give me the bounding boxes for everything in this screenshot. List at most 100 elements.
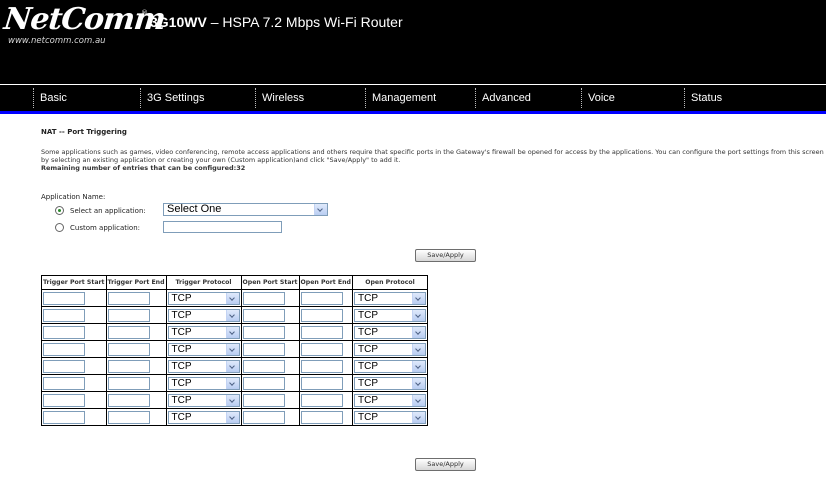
application-select[interactable]: Select One xyxy=(163,203,328,216)
open-protocol-value: TCP xyxy=(357,326,378,338)
open-protocol-select[interactable]: TCP xyxy=(353,342,426,356)
trigger-protocol-select[interactable]: TCP xyxy=(167,376,240,390)
open-port-end-cell xyxy=(298,357,353,375)
open-protocol-select[interactable]: TCP xyxy=(353,410,426,424)
trigger-protocol-select[interactable]: TCP xyxy=(167,393,240,407)
trigger-port-start-input[interactable] xyxy=(43,342,85,356)
trigger-port-start-input[interactable] xyxy=(43,325,85,339)
trigger-protocol-cell: TCP xyxy=(165,357,242,375)
trigger-protocol-cell: TCP xyxy=(165,340,242,358)
open-protocol-cell: TCP xyxy=(351,306,428,324)
nav-status[interactable]: Status xyxy=(683,85,722,111)
table-row: TCP TCP xyxy=(41,323,428,341)
table-row: TCP TCP xyxy=(41,391,428,409)
trigger-port-start-input[interactable] xyxy=(43,393,85,407)
trigger-port-end-input[interactable] xyxy=(107,410,150,424)
nav-wireless[interactable]: Wireless xyxy=(254,85,304,111)
chevron-down-icon xyxy=(225,292,239,304)
trigger-protocol-select[interactable]: TCP xyxy=(167,359,240,373)
open-port-start-input[interactable] xyxy=(242,376,285,390)
open-port-end-input[interactable] xyxy=(300,376,343,390)
trigger-port-start-input[interactable] xyxy=(43,291,85,305)
open-port-end-input[interactable] xyxy=(300,325,343,339)
trigger-port-start-cell xyxy=(41,391,107,409)
open-protocol-select[interactable]: TCP xyxy=(353,359,426,373)
open-port-start-input[interactable] xyxy=(242,325,285,339)
trigger-protocol-select[interactable]: TCP xyxy=(167,291,240,305)
open-protocol-select[interactable]: TCP xyxy=(353,291,426,305)
trigger-port-end-input[interactable] xyxy=(107,342,150,356)
logo-url: www.netcomm.com.au xyxy=(8,36,106,46)
open-protocol-cell: TCP xyxy=(351,408,428,426)
nav-basic[interactable]: Basic xyxy=(33,85,67,111)
trigger-protocol-value: TCP xyxy=(171,292,192,304)
trigger-port-end-input[interactable] xyxy=(107,393,150,407)
trigger-port-start-input[interactable] xyxy=(43,359,85,373)
open-port-start-cell xyxy=(240,408,300,426)
custom-application-radio[interactable] xyxy=(55,223,64,232)
nav-3g-settings[interactable]: 3G Settings xyxy=(139,85,204,111)
open-port-end-input[interactable] xyxy=(300,308,343,322)
open-port-start-input[interactable] xyxy=(242,393,285,407)
open-port-end-cell xyxy=(298,289,353,307)
custom-application-input[interactable] xyxy=(163,221,282,233)
nav-advanced[interactable]: Advanced xyxy=(475,85,531,111)
trigger-port-end-input[interactable] xyxy=(107,376,150,390)
open-protocol-cell: TCP xyxy=(351,340,428,358)
trigger-port-start-cell xyxy=(41,408,107,426)
save-apply-button-bottom[interactable]: Save/Apply xyxy=(415,458,476,471)
chevron-down-icon xyxy=(411,377,425,389)
open-port-end-input[interactable] xyxy=(300,393,343,407)
trigger-port-start-input[interactable] xyxy=(43,410,85,424)
table-body: TCP TCP TCP TCP TCP TCP TCP TCP TCP TCP TCP TCP TCP T… xyxy=(41,289,428,426)
nav-voice[interactable]: Voice xyxy=(581,85,615,111)
main-nav: Basic 3G Settings Wireless Management Ad… xyxy=(0,85,826,111)
trigger-port-end-input[interactable] xyxy=(107,325,150,339)
application-name-label: Application Name: xyxy=(41,193,106,201)
open-protocol-select[interactable]: TCP xyxy=(353,308,426,322)
open-protocol-select[interactable]: TCP xyxy=(353,393,426,407)
select-application-radio[interactable] xyxy=(55,206,64,215)
nav-management[interactable]: Management xyxy=(364,85,436,111)
open-port-start-input[interactable] xyxy=(242,359,285,373)
col-open-protocol: Open Protocol xyxy=(351,275,428,290)
open-protocol-select[interactable]: TCP xyxy=(353,325,426,339)
open-port-end-input[interactable] xyxy=(300,342,343,356)
trigger-protocol-cell: TCP xyxy=(165,391,242,409)
open-port-end-cell xyxy=(298,374,353,392)
trigger-protocol-select[interactable]: TCP xyxy=(167,325,240,339)
trigger-protocol-select[interactable]: TCP xyxy=(167,342,240,356)
open-port-end-input[interactable] xyxy=(300,410,343,424)
trigger-protocol-value: TCP xyxy=(171,326,192,338)
netcomm-logo[interactable]: NetComm ® www.netcomm.com.au xyxy=(2,2,166,46)
trigger-port-end-cell xyxy=(105,323,167,341)
open-protocol-value: TCP xyxy=(357,360,378,372)
table-row: TCP TCP xyxy=(41,357,428,375)
chevron-down-icon xyxy=(225,411,239,423)
trigger-port-end-cell xyxy=(105,357,167,375)
trigger-protocol-value: TCP xyxy=(171,411,192,423)
col-trigger-protocol: Trigger Protocol xyxy=(165,275,242,290)
trigger-port-end-input[interactable] xyxy=(107,291,150,305)
trigger-protocol-select[interactable]: TCP xyxy=(167,308,240,322)
chevron-down-icon xyxy=(225,309,239,321)
trigger-protocol-select[interactable]: TCP xyxy=(167,410,240,424)
save-apply-button-top[interactable]: Save/Apply xyxy=(415,249,476,262)
trigger-port-end-input[interactable] xyxy=(107,359,150,373)
trigger-protocol-value: TCP xyxy=(171,360,192,372)
open-port-end-input[interactable] xyxy=(300,359,343,373)
open-port-end-input[interactable] xyxy=(300,291,343,305)
open-port-end-cell xyxy=(298,391,353,409)
open-port-start-input[interactable] xyxy=(242,342,285,356)
trigger-port-start-input[interactable] xyxy=(43,308,85,322)
chevron-down-icon xyxy=(225,394,239,406)
open-port-start-input[interactable] xyxy=(242,410,285,424)
chevron-down-icon xyxy=(314,204,327,215)
open-port-start-input[interactable] xyxy=(242,291,285,305)
open-port-start-input[interactable] xyxy=(242,308,285,322)
open-protocol-select[interactable]: TCP xyxy=(353,376,426,390)
trigger-port-start-input[interactable] xyxy=(43,376,85,390)
trigger-port-end-input[interactable] xyxy=(107,308,150,322)
chevron-down-icon xyxy=(411,292,425,304)
open-port-start-cell xyxy=(240,289,300,307)
